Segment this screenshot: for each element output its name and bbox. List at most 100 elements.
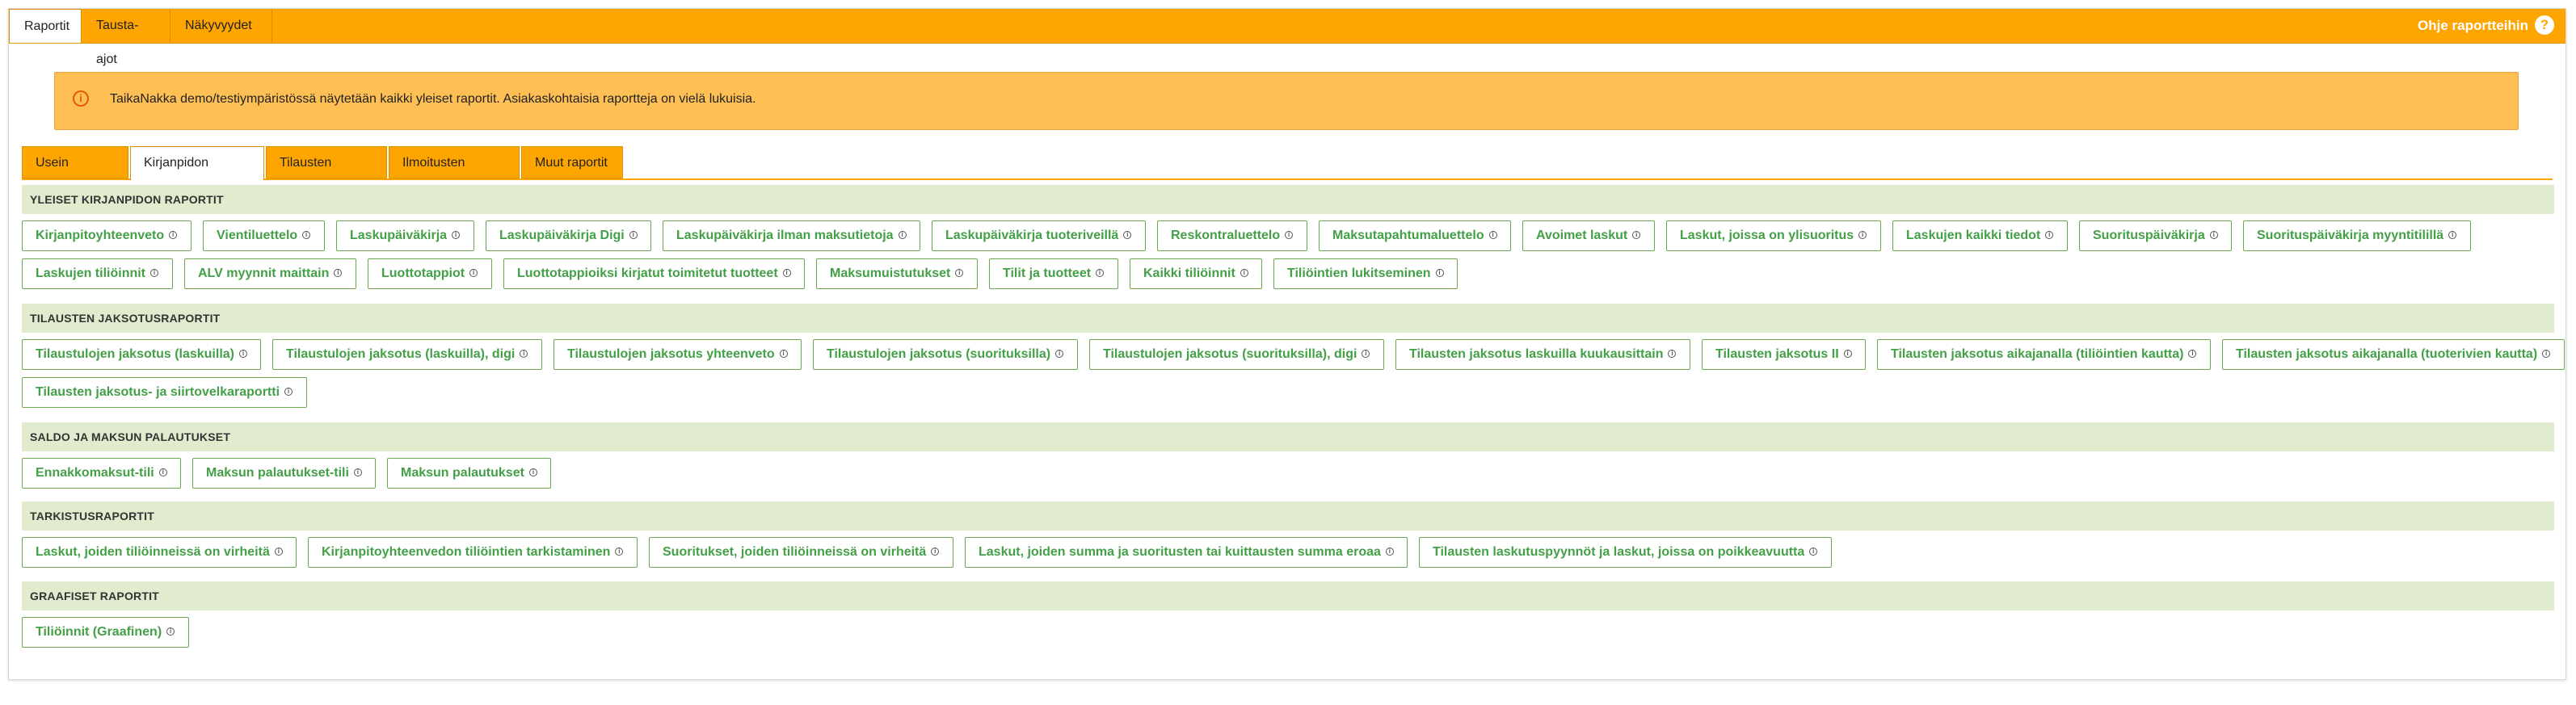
info-icon[interactable]: i — [284, 387, 293, 396]
info-icon[interactable]: i — [1055, 349, 1064, 358]
report-button[interactable]: Reskontraluettelo i — [1157, 220, 1307, 251]
info-icon[interactable]: i — [452, 230, 461, 239]
subtab-kirjanpidon-raportit[interactable]: Kirjanpidon raportit — [130, 146, 264, 202]
info-icon[interactable]: i — [1843, 349, 1852, 358]
report-button[interactable]: Laskut, joiden summa ja suoritusten tai … — [965, 537, 1408, 568]
info-icon[interactable]: i — [239, 349, 247, 358]
info-icon[interactable]: i — [1809, 547, 1818, 556]
subtab-ilmoitusten-raportit[interactable]: Ilmoitusten raportit — [389, 146, 520, 202]
info-icon[interactable]: i — [2542, 349, 2551, 358]
info-icon[interactable]: i — [615, 547, 624, 556]
report-button[interactable]: Tiliöinnit (Graafinen) i — [22, 617, 189, 648]
info-icon[interactable]: i — [1096, 268, 1105, 277]
report-label: Avoimet laskut — [1536, 229, 1628, 242]
report-button[interactable]: Maksun palautukset-tili i — [192, 458, 376, 489]
info-icon[interactable]: i — [2188, 349, 2197, 358]
report-button[interactable]: Tilausten jaksotus aikajanalla (tuoteriv… — [2222, 339, 2565, 370]
report-label: Laskupäiväkirja Digi — [499, 229, 625, 242]
report-button[interactable]: Suoritukset, joiden tiliöinneissä on vir… — [649, 537, 953, 568]
report-button[interactable]: Ennakkomaksut-tili i — [22, 458, 181, 489]
tab-nakyvyydet[interactable]: Näkyvyydet — [170, 9, 272, 43]
report-button[interactable]: Tilaustulojen jaksotus (suorituksilla), … — [1089, 339, 1384, 370]
report-button[interactable]: Laskut, joissa on ylisuoritus i — [1666, 220, 1881, 251]
report-button[interactable]: Laskupäiväkirja tuoteriveillä i — [932, 220, 1146, 251]
info-icon[interactable]: i — [166, 627, 175, 636]
report-label: Reskontraluettelo — [1171, 229, 1281, 242]
report-button[interactable]: Laskut, joiden tiliöinneissä on virheitä… — [22, 537, 297, 568]
info-icon[interactable]: i — [629, 230, 638, 239]
report-button[interactable]: Tilaustulojen jaksotus (laskuilla) i — [22, 339, 261, 370]
info-icon[interactable]: i — [1858, 230, 1867, 239]
info-icon[interactable]: i — [1632, 230, 1641, 239]
info-icon[interactable]: i — [469, 268, 478, 277]
info-icon[interactable]: i — [782, 268, 791, 277]
help-link[interactable]: Ohje raportteihin? — [2418, 9, 2554, 43]
info-icon[interactable]: i — [1240, 268, 1248, 277]
info-icon[interactable]: i — [274, 547, 283, 556]
report-button[interactable]: Tilausten jaksotus aikajanalla (tiliöint… — [1877, 339, 2211, 370]
report-button[interactable]: Tilausten jaksotus- ja siirtovelkaraport… — [22, 377, 307, 408]
subtab-tilausten-raportit[interactable]: Tilausten raportit — [266, 146, 387, 202]
info-icon[interactable]: i — [528, 468, 537, 476]
report-button[interactable]: Tiliöintien lukitseminen i — [1273, 258, 1458, 289]
report-button[interactable]: Maksun palautukset i — [387, 458, 551, 489]
report-label: Laskujen tiliöinnit — [36, 266, 146, 280]
report-button[interactable]: Laskujen tiliöinnit i — [22, 258, 173, 289]
info-icon[interactable]: i — [1123, 230, 1132, 239]
info-icon[interactable]: i — [898, 230, 907, 239]
info-icon[interactable]: i — [1488, 230, 1497, 239]
tab-raportit[interactable]: Raportit — [9, 9, 82, 43]
report-label: Tilausten jaksotus II — [1715, 347, 1839, 361]
report-label: Tilausten laskutuspyynnöt ja laskut, joi… — [1433, 545, 1805, 559]
info-icon[interactable]: i — [1385, 547, 1394, 556]
report-button[interactable]: Suorituspäiväkirja myyntitilillä i — [2243, 220, 2471, 251]
report-button[interactable]: Luottotappioiksi kirjatut toimitetut tuo… — [503, 258, 805, 289]
report-label: Luottotappioiksi kirjatut toimitetut tuo… — [517, 266, 778, 280]
info-icon[interactable]: i — [1668, 349, 1677, 358]
info-icon[interactable]: i — [1435, 268, 1444, 277]
report-button[interactable]: Tilausten jaksotus II i — [1702, 339, 1866, 370]
info-icon[interactable]: i — [955, 268, 964, 277]
report-button[interactable]: Kirjanpitoyhteenvedon tiliöintien tarkis… — [308, 537, 638, 568]
info-icon[interactable]: i — [353, 468, 362, 476]
report-button[interactable]: Laskupäiväkirja ilman maksutietoja i — [663, 220, 920, 251]
report-button[interactable]: Suorituspäiväkirja i — [2079, 220, 2232, 251]
info-icon[interactable]: i — [302, 230, 311, 239]
report-button[interactable]: Tilaustulojen jaksotus (suorituksilla) i — [813, 339, 1078, 370]
info-icon[interactable]: i — [150, 268, 159, 277]
report-button[interactable]: Tilaustulojen jaksotus yhteenveto i — [554, 339, 802, 370]
report-label: Maksun palautukset-tili — [206, 466, 349, 480]
report-button[interactable]: Maksutapahtumaluettelo i — [1319, 220, 1511, 251]
report-button[interactable]: Avoimet laskut i — [1522, 220, 1655, 251]
report-button[interactable]: Maksumuistutukset i — [816, 258, 978, 289]
report-button[interactable]: Tilaustulojen jaksotus (laskuilla), digi… — [272, 339, 542, 370]
info-icon[interactable]: i — [2209, 230, 2218, 239]
info-icon[interactable]: i — [779, 349, 788, 358]
tab-tausta-ajot[interactable]: Tausta-ajot — [82, 9, 170, 66]
report-button[interactable]: Vientiluettelo i — [203, 220, 325, 251]
info-icon[interactable]: i — [1362, 349, 1370, 358]
report-button[interactable]: Tilausten jaksotus laskuilla kuukausitta… — [1395, 339, 1690, 370]
info-icon[interactable]: i — [2045, 230, 2054, 239]
report-button[interactable]: Luottotappiot i — [368, 258, 492, 289]
info-icon[interactable]: i — [169, 230, 178, 239]
report-button[interactable]: ALV myynnit maittain i — [184, 258, 356, 289]
info-icon[interactable]: i — [1285, 230, 1294, 239]
report-button[interactable]: Kaikki tiliöinnit i — [1130, 258, 1262, 289]
report-button[interactable]: Tilausten laskutuspyynnöt ja laskut, joi… — [1419, 537, 1832, 568]
info-icon[interactable]: i — [931, 547, 940, 556]
info-icon[interactable]: i — [334, 268, 343, 277]
tab-label: Raportit — [24, 19, 70, 33]
report-label: Kaikki tiliöinnit — [1143, 266, 1235, 280]
report-button[interactable]: Tilit ja tuotteet i — [989, 258, 1118, 289]
report-button[interactable]: Kirjanpitoyhteenveto i — [22, 220, 192, 251]
subtab-muut-raportit[interactable]: Muut raportit — [521, 146, 623, 178]
section-header: GRAAFISET RAPORTIT — [22, 581, 2554, 611]
info-icon[interactable]: i — [158, 468, 167, 476]
info-icon[interactable]: i — [520, 349, 528, 358]
report-button[interactable]: Laskupäiväkirja i — [336, 220, 474, 251]
info-icon[interactable]: i — [2448, 230, 2457, 239]
subtab-usein-kaytetyt[interactable]: Usein käytetyt — [22, 146, 128, 202]
report-button[interactable]: Laskupäiväkirja Digi i — [486, 220, 651, 251]
report-button[interactable]: Laskujen kaikki tiedot i — [1892, 220, 2068, 251]
